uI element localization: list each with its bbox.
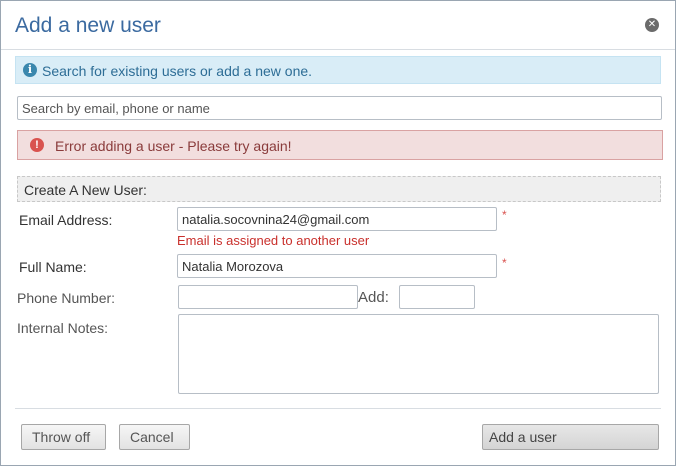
section-title: Create A New User: <box>24 182 147 198</box>
email-field[interactable] <box>177 207 497 231</box>
throw-off-button[interactable]: Throw off <box>21 424 106 450</box>
add-user-button[interactable]: Add a user <box>482 424 659 450</box>
dialog-title: Add a new user <box>15 14 161 37</box>
add-extension-field[interactable] <box>399 285 475 309</box>
add-label: Add: <box>358 289 389 306</box>
add-user-dialog: Add a new user ✕ i Search for existing u… <box>0 0 676 466</box>
error-icon: ! <box>30 138 44 152</box>
dialog-header: Add a new user ✕ <box>1 1 675 50</box>
info-alert: i Search for existing users or add a new… <box>15 56 661 84</box>
info-icon: i <box>23 63 37 77</box>
internal-notes-label: Internal Notes: <box>17 320 109 336</box>
cancel-button[interactable]: Cancel <box>119 424 190 450</box>
footer-divider <box>15 408 661 409</box>
phone-label: Phone Number: <box>17 290 116 306</box>
email-label: Email Address: <box>19 212 113 228</box>
error-text: Error adding a user - Please try again! <box>55 138 292 154</box>
full-name-required-mark: * <box>502 256 507 270</box>
phone-field[interactable] <box>178 285 358 309</box>
full-name-label: Full Name: <box>19 259 87 275</box>
close-icon[interactable]: ✕ <box>645 18 659 32</box>
section-header: Create A New User: <box>17 176 661 202</box>
error-alert: ! Error adding a user - Please try again… <box>17 130 663 160</box>
info-text: Search for existing users or add a new o… <box>42 63 313 79</box>
full-name-field[interactable] <box>177 254 497 278</box>
email-required-mark: * <box>502 208 507 222</box>
internal-notes-field[interactable] <box>178 314 659 394</box>
email-error-message: Email is assigned to another user <box>177 233 370 248</box>
search-input[interactable] <box>17 96 662 120</box>
